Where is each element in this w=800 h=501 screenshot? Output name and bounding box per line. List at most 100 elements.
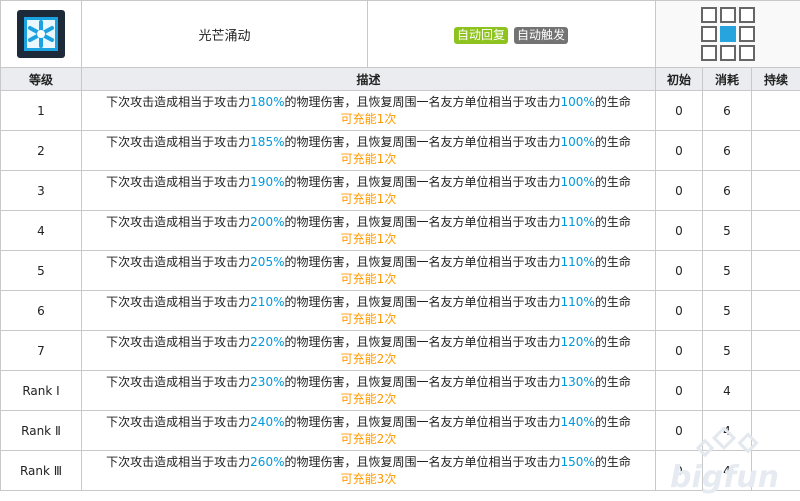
effect-line: 下次攻击造成相当于攻击力260%的物理伤害，且恢复周围一名友方单位相当于攻击力1… [82, 454, 655, 471]
charge-line: 可充能1次 [82, 271, 655, 288]
duration [750, 450, 800, 491]
duration [750, 290, 800, 331]
column-header-row: 等级 描述 初始 消耗 持续 [0, 67, 800, 91]
sp-cost: 5 [702, 210, 752, 251]
skill-icon-cell [0, 0, 82, 68]
sp-cost: 6 [702, 130, 752, 171]
skill-header-row: 光芒涌动 自动回复 自动触发 [0, 0, 800, 68]
initial-sp: 0 [655, 450, 703, 491]
effect-line: 下次攻击造成相当于攻击力185%的物理伤害，且恢复周围一名友方单位相当于攻击力1… [82, 134, 655, 151]
duration [750, 330, 800, 371]
effect-line: 下次攻击造成相当于攻击力240%的物理伤害，且恢复周围一名友方单位相当于攻击力1… [82, 414, 655, 431]
desc-part-3: 的生命 [594, 374, 631, 389]
charge-suffix: 次 [384, 471, 397, 486]
col-initial: 初始 [655, 67, 703, 91]
charge-suffix: 次 [384, 271, 397, 286]
skill-icon [17, 10, 65, 58]
initial-sp: 0 [655, 330, 703, 371]
charge-prefix: 可充能 [340, 191, 377, 206]
charge-prefix: 可充能 [340, 151, 377, 166]
initial-sp: 0 [655, 90, 703, 131]
desc-part-3: 的生命 [594, 94, 631, 109]
initial-sp: 0 [655, 250, 703, 291]
desc-part-1: 下次攻击造成相当于攻击力 [106, 294, 251, 309]
charge-prefix: 可充能 [340, 271, 377, 286]
range-grid-icon [701, 7, 755, 61]
level-description: 下次攻击造成相当于攻击力190%的物理伤害，且恢复周围一名友方单位相当于攻击力1… [81, 170, 656, 211]
heal-multiplier: 110% [560, 294, 595, 309]
level-description: 下次攻击造成相当于攻击力240%的物理伤害，且恢复周围一名友方单位相当于攻击力1… [81, 410, 656, 451]
range-cell [654, 0, 800, 68]
charge-line: 可充能1次 [82, 311, 655, 328]
sp-cost: 6 [702, 170, 752, 211]
level-description: 下次攻击造成相当于攻击力200%的物理伤害，且恢复周围一名友方单位相当于攻击力1… [81, 210, 656, 251]
effect-line: 下次攻击造成相当于攻击力200%的物理伤害，且恢复周围一名友方单位相当于攻击力1… [82, 214, 655, 231]
heal-multiplier: 100% [560, 134, 595, 149]
effect-line: 下次攻击造成相当于攻击力230%的物理伤害，且恢复周围一名友方单位相当于攻击力1… [82, 374, 655, 391]
charge-suffix: 次 [384, 391, 397, 406]
heal-multiplier: 100% [560, 94, 595, 109]
desc-part-2: 的物理伤害，且恢复周围一名友方单位相当于攻击力 [284, 214, 561, 229]
level-label: Rank Ⅲ [0, 450, 82, 491]
desc-part-2: 的物理伤害，且恢复周围一名友方单位相当于攻击力 [284, 454, 561, 469]
level-description: 下次攻击造成相当于攻击力220%的物理伤害，且恢复周围一名友方单位相当于攻击力1… [81, 330, 656, 371]
desc-part-3: 的生命 [594, 214, 631, 229]
heal-multiplier: 130% [560, 374, 595, 389]
level-description: 下次攻击造成相当于攻击力185%的物理伤害，且恢复周围一名友方单位相当于攻击力1… [81, 130, 656, 171]
desc-part-3: 的生命 [594, 454, 631, 469]
duration [750, 130, 800, 171]
desc-part-2: 的物理伤害，且恢复周围一名友方单位相当于攻击力 [284, 134, 561, 149]
desc-part-3: 的生命 [594, 414, 631, 429]
sp-cost: 4 [702, 370, 752, 411]
level-description: 下次攻击造成相当于攻击力260%的物理伤害，且恢复周围一名友方单位相当于攻击力1… [81, 450, 656, 491]
col-desc: 描述 [81, 67, 656, 91]
heal-multiplier: 110% [560, 254, 595, 269]
sp-cost: 6 [702, 90, 752, 131]
level-label: 4 [0, 210, 82, 251]
effect-line: 下次攻击造成相当于攻击力190%的物理伤害，且恢复周围一名友方单位相当于攻击力1… [82, 174, 655, 191]
level-description: 下次攻击造成相当于攻击力180%的物理伤害，且恢复周围一名友方单位相当于攻击力1… [81, 90, 656, 131]
level-row: 3 下次攻击造成相当于攻击力190%的物理伤害，且恢复周围一名友方单位相当于攻击力… [0, 170, 800, 211]
charge-line: 可充能2次 [82, 431, 655, 448]
sp-cost: 5 [702, 290, 752, 331]
sp-cost: 5 [702, 330, 752, 371]
level-row: 2 下次攻击造成相当于攻击力185%的物理伤害，且恢复周围一名友方单位相当于攻击力… [0, 130, 800, 171]
desc-part-2: 的物理伤害，且恢复周围一名友方单位相当于攻击力 [284, 174, 561, 189]
charge-suffix: 次 [384, 311, 397, 326]
sp-cost: 5 [702, 250, 752, 291]
level-label: 6 [0, 290, 82, 331]
level-row: 5 下次攻击造成相当于攻击力205%的物理伤害，且恢复周围一名友方单位相当于攻击力… [0, 250, 800, 291]
level-label: 5 [0, 250, 82, 291]
desc-part-1: 下次攻击造成相当于攻击力 [106, 174, 251, 189]
effect-line: 下次攻击造成相当于攻击力180%的物理伤害，且恢复周围一名友方单位相当于攻击力1… [82, 94, 655, 111]
desc-part-2: 的物理伤害，且恢复周围一名友方单位相当于攻击力 [284, 414, 561, 429]
skill-badges: 自动回复 自动触发 [367, 0, 656, 68]
desc-part-1: 下次攻击造成相当于攻击力 [106, 94, 251, 109]
initial-sp: 0 [655, 170, 703, 211]
desc-part-1: 下次攻击造成相当于攻击力 [106, 334, 251, 349]
level-row: 7 下次攻击造成相当于攻击力220%的物理伤害，且恢复周围一名友方单位相当于攻击力… [0, 330, 800, 371]
charge-prefix: 可充能 [340, 231, 377, 246]
heal-multiplier: 150% [560, 454, 595, 469]
badge-auto-trigger: 自动触发 [514, 27, 569, 44]
sp-cost: 4 [702, 450, 752, 491]
desc-part-1: 下次攻击造成相当于攻击力 [106, 254, 251, 269]
level-label: 7 [0, 330, 82, 371]
desc-part-2: 的物理伤害，且恢复周围一名友方单位相当于攻击力 [284, 334, 561, 349]
level-row: 4 下次攻击造成相当于攻击力200%的物理伤害，且恢复周围一名友方单位相当于攻击力… [0, 210, 800, 251]
desc-part-1: 下次攻击造成相当于攻击力 [106, 454, 251, 469]
col-cost: 消耗 [702, 67, 752, 91]
duration [750, 90, 800, 131]
col-duration: 持续 [750, 67, 800, 91]
level-row: Rank Ⅱ 下次攻击造成相当于攻击力240%的物理伤害，且恢复周围一名友方单位相… [0, 410, 800, 451]
heal-multiplier: 120% [560, 334, 595, 349]
heal-multiplier: 100% [560, 174, 595, 189]
sp-cost: 4 [702, 410, 752, 451]
level-rows: 1 下次攻击造成相当于攻击力180%的物理伤害，且恢复周围一名友方单位相当于攻击力… [0, 90, 800, 491]
atk-multiplier: 185% [250, 134, 285, 149]
desc-part-3: 的生命 [594, 294, 631, 309]
atk-multiplier: 230% [250, 374, 285, 389]
desc-part-3: 的生命 [594, 134, 631, 149]
duration [750, 370, 800, 411]
charge-suffix: 次 [384, 151, 397, 166]
